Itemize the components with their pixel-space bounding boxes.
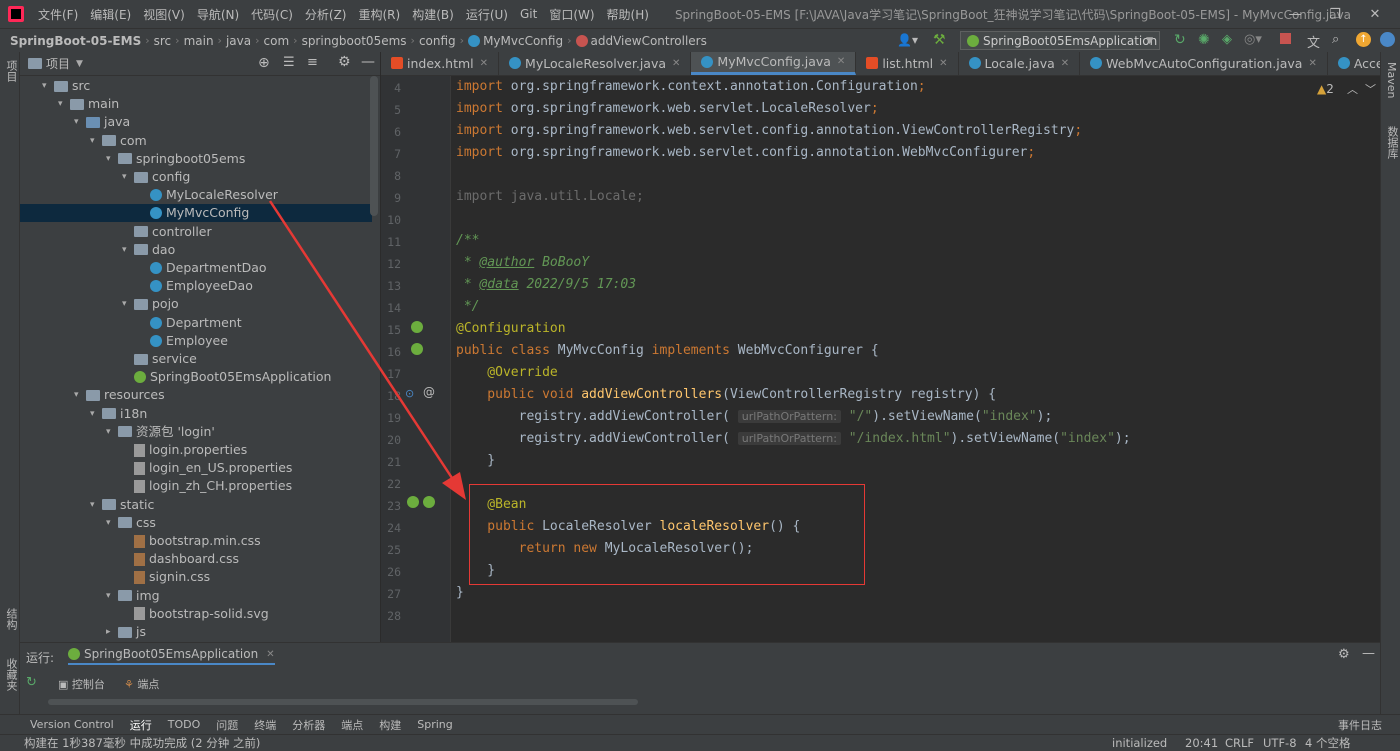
status-bar: 构建在 1秒387毫秒 中成功完成 (2 分钟 之前) initialized … xyxy=(0,734,1400,751)
arrow-head xyxy=(442,472,466,500)
problems-button[interactable]: 问题 xyxy=(208,717,246,733)
line-separator[interactable]: CRLF xyxy=(1225,736,1254,750)
arrow-line xyxy=(268,200,454,479)
annotation-arrow xyxy=(268,200,466,500)
close-icon[interactable]: ✕ xyxy=(266,649,274,660)
run-panel-label: 运行: xyxy=(26,651,55,665)
run-config-tab[interactable]: SpringBoot05EmsApplication ✕ xyxy=(68,647,275,665)
endpoints-icon: ⚘ xyxy=(124,678,134,691)
status-state: initialized xyxy=(1112,736,1168,750)
rerun-icon[interactable]: ↻ xyxy=(26,675,37,690)
hide-panel-icon[interactable]: — xyxy=(1362,646,1375,661)
spring-button[interactable]: Spring xyxy=(409,718,461,731)
terminal-button[interactable]: 终端 xyxy=(246,717,284,733)
indent-setting[interactable]: 4 个空格 xyxy=(1305,735,1350,751)
gear-icon[interactable]: ⚙ xyxy=(1338,647,1350,662)
horizontal-scrollbar[interactable] xyxy=(48,699,638,705)
run-config-tab-label: SpringBoot05EmsApplication xyxy=(84,647,259,661)
endpoints-tab[interactable]: ⚘ 端点 xyxy=(124,676,159,692)
run-panel: 运行: SpringBoot05EmsApplication ✕ ⚙ — ↻ ▣… xyxy=(20,642,1380,714)
console-tab-label: 控制台 xyxy=(71,678,105,691)
spring-boot-icon xyxy=(68,648,80,660)
endpoints-button[interactable]: 端点 xyxy=(333,717,371,733)
file-encoding[interactable]: UTF-8 xyxy=(1263,736,1297,750)
status-message[interactable]: 构建在 1秒387毫秒 中成功完成 (2 分钟 之前) xyxy=(0,735,260,751)
event-log-button[interactable]: 事件日志 xyxy=(1330,717,1390,733)
endpoints-tab-label: 端点 xyxy=(137,678,160,691)
caret-position[interactable]: 20:41 xyxy=(1185,736,1218,750)
profiler-button[interactable]: 分析器 xyxy=(284,717,333,733)
console-tab[interactable]: ▣ 控制台 xyxy=(58,676,105,692)
console-icon: ▣ xyxy=(58,678,69,691)
tool-window-strip: Version Control 运行 TODO 问题 终端 分析器 端点 构建 … xyxy=(0,714,1400,734)
todo-button[interactable]: TODO xyxy=(160,718,209,731)
version-control-button[interactable]: Version Control xyxy=(0,718,122,731)
build-button[interactable]: 构建 xyxy=(371,717,409,733)
run-button[interactable]: 运行 xyxy=(122,717,160,733)
